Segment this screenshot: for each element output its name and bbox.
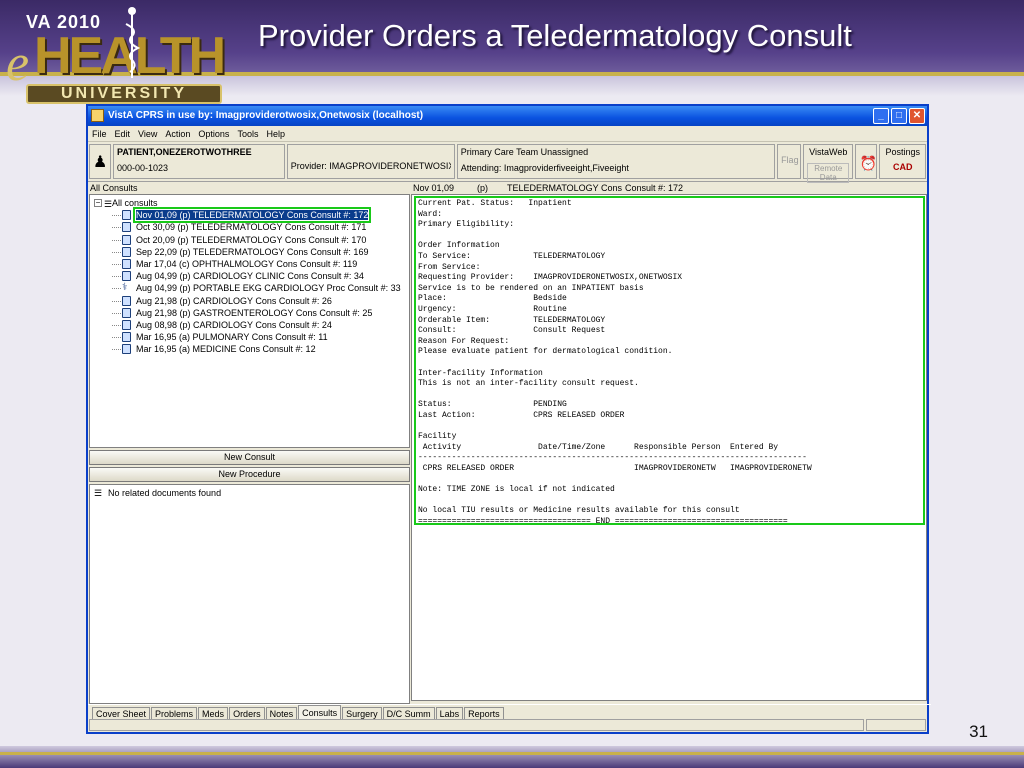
- consult-detail-text-area[interactable]: Current Pat. Status: Inpatient Ward: Pri…: [411, 194, 927, 701]
- team-text: Primary Care Team Unassigned: [460, 147, 589, 157]
- status-panel-right: [866, 719, 926, 731]
- minimize-button[interactable]: _: [873, 108, 889, 124]
- postings-label: Postings: [885, 147, 920, 157]
- detail-header-service: TELEDERMATOLOGY Cons: [507, 183, 623, 193]
- patient-name: PATIENT,ONEZEROTWOTHREE: [117, 147, 252, 157]
- consult-detail-text: Current Pat. Status: Inpatient Ward: Pri…: [414, 196, 925, 525]
- provider-text: Provider: IMAGPROVIDERONETWOSIX,ONE: [290, 161, 451, 171]
- consult-list-item[interactable]: Aug 08,98 (p) CARDIOLOGY Cons Consult #:…: [90, 319, 409, 331]
- consult-document-icon: [122, 295, 131, 306]
- consult-list-item-label: Aug 04,99 (p) CARDIOLOGY CLINIC Cons Con…: [136, 271, 364, 282]
- consult-list-item-label: Mar 16,95 (a) PULMONARY Cons Consult #: …: [136, 332, 328, 343]
- patient-icon: ♟: [89, 144, 111, 179]
- ehealth-university-logo: VA 2010 HEALTH e UNIVERSITY: [4, 4, 226, 104]
- vistaweb-button[interactable]: VistaWeb Remote Data: [803, 144, 854, 183]
- status-panel-main: [89, 719, 864, 731]
- provider-button[interactable]: Provider: IMAGPROVIDERONETWOSIX,ONE: [286, 144, 455, 179]
- consult-document-icon: [122, 258, 131, 269]
- menu-tools[interactable]: Tools: [237, 129, 258, 139]
- page-number: 31: [969, 722, 988, 741]
- consult-detail-header: Nov 01,09 (p) TELEDERMATOLOGY Cons Consu…: [411, 182, 927, 194]
- consult-document-icon: [122, 234, 131, 245]
- consults-list-pane: All Consults − ☰ All consults Nov 01,09 …: [88, 182, 411, 704]
- postings-button[interactable]: Postings CAD: [879, 144, 926, 179]
- consult-list-item[interactable]: Sep 22,09 (p) TELEDERMATOLOGY Cons Consu…: [90, 246, 409, 258]
- new-procedure-button[interactable]: New Procedure: [89, 467, 410, 482]
- close-button[interactable]: ✕: [909, 108, 925, 124]
- primary-care-button[interactable]: Primary Care Team Unassigned Attending: …: [456, 144, 776, 179]
- consult-list-item-label: Aug 04,99 (p) PORTABLE EKG CARDIOLOGY Pr…: [136, 283, 401, 294]
- new-consult-button[interactable]: New Consult: [89, 450, 410, 465]
- menu-options[interactable]: Options: [198, 129, 229, 139]
- consult-list-item[interactable]: Mar 16,95 (a) MEDICINE Cons Consult #: 1…: [90, 343, 409, 355]
- menu-help[interactable]: Help: [266, 129, 285, 139]
- detail-header-consult: Consult #: 172: [625, 183, 684, 193]
- patient-bar: ♟ PATIENT,ONEZEROTWOTHREE 000-00-1023 Pr…: [88, 142, 927, 183]
- consult-list-item-label: Aug 21,98 (p) GASTROENTEROLOGY Cons Cons…: [136, 307, 373, 318]
- consult-document-icon: [122, 319, 131, 330]
- app-icon: [91, 109, 104, 122]
- consult-list-item-label: Nov 01,09 (p) TELEDERMATOLOGY Cons Consu…: [132, 207, 372, 224]
- slide-title: Provider Orders a Teledermatology Consul…: [258, 18, 852, 53]
- consult-document-icon: [122, 246, 131, 257]
- consult-document-icon: [122, 210, 131, 221]
- flag-button[interactable]: Flag: [777, 144, 802, 179]
- maximize-button[interactable]: □: [891, 108, 907, 124]
- logo-e-text: e: [6, 35, 30, 92]
- cprs-window: VistA CPRS in use by: Imagproviderotwosi…: [86, 104, 931, 734]
- consult-document-icon: [122, 307, 131, 318]
- consult-list-item[interactable]: Nov 01,09 (p) TELEDERMATOLOGY Cons Consu…: [90, 207, 409, 224]
- menu-action[interactable]: Action: [165, 129, 190, 139]
- alarm-clock-icon[interactable]: ⏰: [855, 144, 878, 179]
- consult-detail-pane: Nov 01,09 (p) TELEDERMATOLOGY Cons Consu…: [411, 182, 927, 703]
- detail-header-status: (p): [477, 183, 488, 193]
- consults-tree[interactable]: − ☰ All consults Nov 01,09 (p) TELEDERMA…: [89, 194, 410, 448]
- patient-select-button[interactable]: PATIENT,ONEZEROTWOTHREE 000-00-1023: [113, 144, 285, 179]
- collapse-icon[interactable]: −: [94, 199, 102, 207]
- consult-list-item[interactable]: Aug 21,98 (p) CARDIOLOGY Cons Consult #:…: [90, 295, 409, 307]
- vistaweb-label: VistaWeb: [809, 147, 848, 157]
- detail-header-date: Nov 01,09: [413, 183, 455, 193]
- consult-list-item[interactable]: Mar 17,04 (c) OPHTHALMOLOGY Cons Consult…: [90, 258, 409, 270]
- consult-list-item[interactable]: Aug 04,99 (p) CARDIOLOGY CLINIC Cons Con…: [90, 270, 409, 282]
- consult-list-item-label: Aug 08,98 (p) CARDIOLOGY Cons Consult #:…: [136, 319, 332, 330]
- consult-list-item[interactable]: Mar 16,95 (a) PULMONARY Cons Consult #: …: [90, 331, 409, 343]
- procedure-icon: ⚕: [122, 282, 128, 294]
- folder-tree-icon: ☰: [94, 488, 103, 498]
- menu-edit[interactable]: Edit: [115, 129, 131, 139]
- related-documents-pane[interactable]: ☰ No related documents found: [89, 484, 410, 704]
- consult-list-item[interactable]: Oct 20,09 (p) TELEDERMATOLOGY Cons Consu…: [90, 234, 409, 246]
- consult-list-item-label: Oct 20,09 (p) TELEDERMATOLOGY Cons Consu…: [136, 234, 367, 245]
- tree-root[interactable]: − ☰ All consults: [90, 197, 409, 209]
- related-documents-text: No related documents found: [108, 488, 222, 498]
- menu-file[interactable]: File: [92, 129, 107, 139]
- consult-list-item-label: Mar 17,04 (c) OPHTHALMOLOGY Cons Consult…: [136, 258, 358, 269]
- cad-label: CAD: [892, 162, 913, 172]
- menu-view[interactable]: View: [138, 129, 157, 139]
- consult-list-item-label: Sep 22,09 (p) TELEDERMATOLOGY Cons Consu…: [136, 246, 369, 257]
- consult-list-item-label: Mar 16,95 (a) MEDICINE Cons Consult #: 1…: [136, 344, 316, 355]
- consult-document-icon: [122, 222, 131, 233]
- consult-list-item[interactable]: Oct 30,09 (p) TELEDERMATOLOGY Cons Consu…: [90, 221, 409, 233]
- consult-list-item[interactable]: Aug 21,98 (p) GASTROENTEROLOGY Cons Cons…: [90, 307, 409, 319]
- consults-list-header: All Consults: [90, 183, 138, 193]
- consult-list-item-label: Oct 30,09 (p) TELEDERMATOLOGY Cons Consu…: [136, 222, 367, 233]
- tree-root-label: All consults: [112, 198, 158, 208]
- slide-footer: [0, 746, 1024, 768]
- menu-bar: File Edit View Action Options Tools Help: [88, 126, 927, 142]
- consult-document-icon: [122, 344, 131, 355]
- consult-document-icon: [122, 271, 131, 282]
- caduceus-icon: [125, 7, 141, 78]
- window-title: VistA CPRS in use by: Imagproviderotwosi…: [108, 110, 424, 121]
- attending-text: Attending: Imagproviderfiveeight,Fiveeig…: [460, 163, 629, 173]
- remote-data-button[interactable]: Remote Data: [807, 163, 850, 183]
- logo-university-text: UNIVERSITY: [26, 84, 222, 104]
- consult-list-item-label: Aug 21,98 (p) CARDIOLOGY Cons Consult #:…: [136, 295, 332, 306]
- consult-list-item[interactable]: ⚕ Aug 04,99 (p) PORTABLE EKG CARDIOLOGY P…: [90, 282, 409, 294]
- patient-ssn: 000-00-1023: [117, 163, 169, 173]
- window-titlebar[interactable]: VistA CPRS in use by: Imagproviderotwosi…: [88, 106, 927, 126]
- consult-document-icon: [122, 332, 131, 343]
- status-bar: [88, 718, 927, 732]
